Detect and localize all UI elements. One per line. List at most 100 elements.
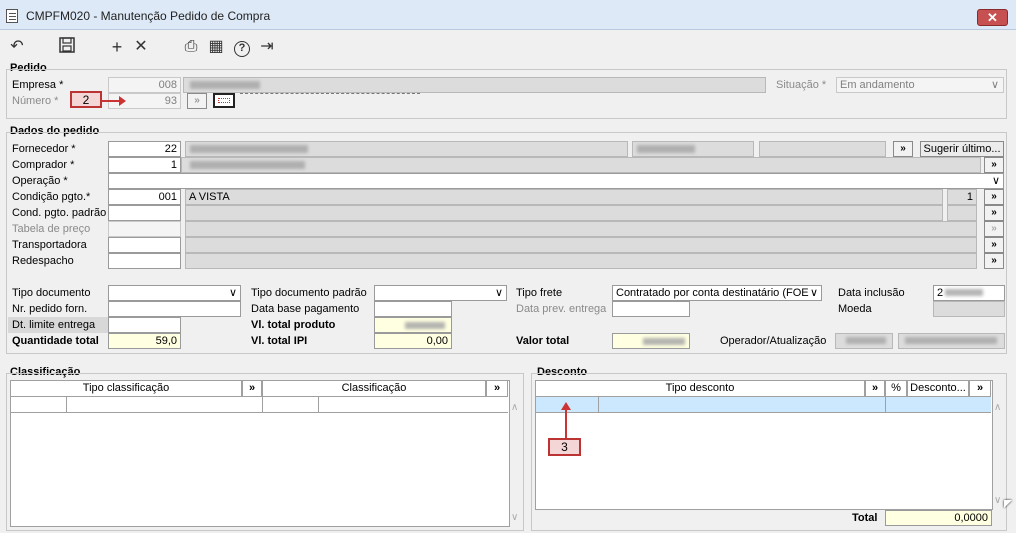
desconto-lookup-button[interactable]: » — [969, 380, 991, 397]
close-button[interactable]: ✕ — [977, 9, 1008, 26]
classificacao-lookup-button[interactable]: » — [486, 380, 508, 397]
comprador-lookup-button[interactable]: » — [984, 157, 1004, 173]
condicao-input[interactable]: 001 — [108, 189, 181, 205]
comprador-input[interactable]: 1 — [108, 157, 181, 173]
numero-lookup-button[interactable]: » — [187, 93, 207, 109]
tipo-doc-padrao-select[interactable]: ∨ — [374, 285, 507, 301]
redespacho-label: Redespacho — [12, 255, 74, 267]
desconto-total-field: 0,0000 — [885, 510, 992, 526]
quantidade-field: 59,0 — [108, 333, 181, 349]
calendar-icon[interactable]: ▦ — [205, 37, 227, 57]
classificacao-row[interactable] — [10, 397, 508, 413]
scroll-down-icon[interactable]: ∨ — [994, 495, 1001, 506]
nr-pedido-input[interactable] — [108, 301, 241, 317]
tabela-desc-field — [185, 221, 977, 237]
grid-icon — [218, 98, 230, 103]
add-icon[interactable]: + — [106, 37, 128, 57]
separator-line — [240, 93, 420, 94]
transportadora-label: Transportadora — [12, 239, 87, 251]
numero-label: Número * — [12, 95, 59, 107]
fornecedor-extra-field — [759, 141, 886, 157]
cursor-icon — [1004, 500, 1012, 508]
moeda-label: Moeda — [838, 303, 872, 315]
transportadora-lookup-button[interactable]: » — [984, 237, 1004, 253]
exit-icon[interactable]: ⇥ — [256, 37, 278, 57]
sugerir-ultimo-button[interactable]: Sugerir último... — [920, 141, 1004, 157]
tipo-frete-value: Contratado por conta destinatário (FOE — [616, 287, 809, 299]
cond-padrao-desc-field — [185, 205, 943, 221]
valor-total-label: Valor total — [516, 335, 570, 347]
data-base-label: Data base pagamento — [251, 303, 360, 315]
empresa-input[interactable]: 008 — [108, 77, 181, 93]
tipo-documento-select[interactable]: ∨ — [108, 285, 241, 301]
blurred-date — [945, 289, 984, 296]
grid-view-button[interactable] — [213, 93, 235, 108]
cond-padrao-input[interactable] — [108, 205, 181, 221]
fornecedor-doc-field — [632, 141, 754, 157]
desconto-row-selected[interactable] — [536, 397, 991, 413]
data-inclusao-field[interactable]: 2 — [933, 285, 1005, 301]
chevron-down-icon: ∨ — [228, 287, 237, 299]
col-desconto[interactable]: Desconto... — [907, 380, 969, 397]
data-prev-input[interactable] — [612, 301, 690, 317]
tipo-frete-select[interactable]: Contratado por conta destinatário (FOE ∨ — [612, 285, 822, 301]
empresa-label: Empresa * — [12, 79, 64, 91]
undo-icon[interactable]: ↶ — [6, 37, 28, 57]
transportadora-desc-field — [185, 237, 977, 253]
cond-padrao-num-field — [947, 205, 977, 221]
tipo-doc-padrao-label: Tipo documento padrão — [251, 287, 367, 299]
redespacho-input[interactable] — [108, 253, 181, 269]
fornecedor-lookup-button[interactable]: » — [893, 141, 913, 157]
operador-field — [835, 333, 893, 349]
col-tipo-classificacao[interactable]: Tipo classificação — [10, 380, 242, 397]
transportadora-input[interactable] — [108, 237, 181, 253]
help-icon[interactable]: ? — [231, 37, 253, 57]
nr-pedido-label: Nr. pedido forn. — [12, 303, 88, 315]
vl-total-produto-label: Vl. total produto — [251, 319, 336, 331]
dt-limite-label: Dt. limite entrega — [8, 317, 108, 333]
tipo-desconto-lookup-button[interactable]: » — [865, 380, 885, 397]
tipo-frete-label: Tipo frete — [516, 287, 563, 299]
annotation-arrow — [565, 410, 567, 438]
operador-label: Operador/Atualização — [720, 335, 827, 347]
situacao-label: Situação * — [776, 79, 827, 91]
help-glyph: ? — [234, 41, 250, 57]
chevron-down-icon: ∨ — [991, 175, 1000, 187]
redespacho-desc-field — [185, 253, 977, 269]
annotation-callout-3: 3 — [548, 438, 581, 456]
chevron-down-icon: ∨ — [494, 287, 503, 299]
col-tipo-desconto[interactable]: Tipo desconto — [535, 380, 865, 397]
save-icon[interactable] — [56, 37, 78, 57]
scroll-up-icon[interactable]: ∧ — [511, 402, 518, 413]
quantidade-label: Quantidade total — [12, 335, 99, 347]
vl-total-ipi-field: 0,00 — [374, 333, 452, 349]
vl-total-ipi-label: Vl. total IPI — [251, 335, 308, 347]
operacao-select[interactable]: ∨ — [108, 173, 1004, 189]
col-classificacao[interactable]: Classificação — [262, 380, 486, 397]
empresa-name-field — [183, 77, 766, 93]
data-base-input[interactable] — [374, 301, 452, 317]
dt-limite-input[interactable] — [108, 317, 181, 333]
cond-padrao-label: Cond. pgto. padrão — [12, 207, 107, 219]
cond-padrao-lookup-button[interactable]: » — [984, 205, 1004, 221]
tabela-label: Tabela de preço — [12, 223, 91, 235]
scroll-down-icon[interactable]: ∨ — [511, 512, 518, 523]
tabela-input[interactable] — [108, 221, 181, 237]
situacao-select[interactable]: Em andamento ∨ — [836, 77, 1004, 93]
desconto-total-label: Total — [852, 512, 878, 524]
condicao-lookup-button[interactable]: » — [984, 189, 1004, 205]
data-inclusao-label: Data inclusão — [838, 287, 905, 299]
print-icon[interactable]: ⎙ — [180, 37, 202, 57]
delete-icon[interactable]: ✕ — [130, 37, 152, 57]
operacao-label: Operação * — [12, 175, 68, 187]
tipo-classificacao-lookup-button[interactable]: » — [242, 380, 262, 397]
atualizacao-field — [898, 333, 1005, 349]
chevron-down-icon: ∨ — [809, 287, 818, 299]
col-percent[interactable]: % — [885, 380, 907, 397]
arrow-head-icon — [561, 402, 571, 410]
fornecedor-name-field — [185, 141, 628, 157]
tabela-lookup-button[interactable]: » — [984, 221, 1004, 237]
redespacho-lookup-button[interactable]: » — [984, 253, 1004, 269]
fornecedor-input[interactable]: 22 — [108, 141, 181, 157]
scroll-up-icon[interactable]: ∧ — [994, 402, 1001, 413]
